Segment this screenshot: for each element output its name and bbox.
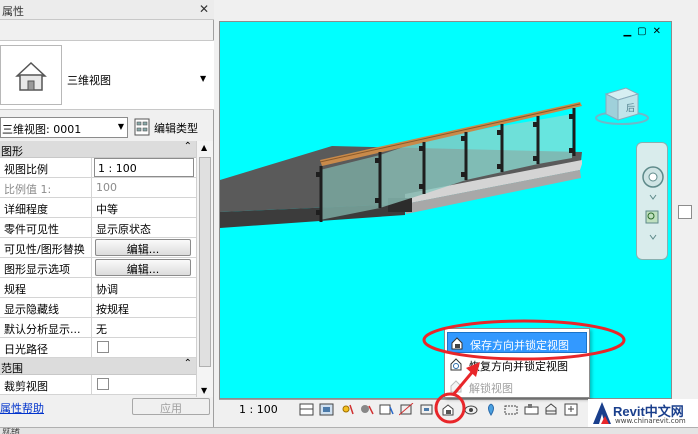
property-key: 视图比例 [0, 158, 92, 177]
group-label: 图形 [1, 145, 23, 158]
property-row[interactable]: 裁剪视图 [0, 375, 196, 395]
sun-path-checkbox[interactable] [97, 341, 109, 353]
property-key: 显示隐藏线 [0, 298, 92, 317]
instance-selector-value: 三维视图: 0001 [2, 123, 82, 136]
detail-level-icon[interactable] [299, 403, 314, 416]
scroll-down-icon[interactable]: ▼ [201, 386, 207, 395]
revit-cn-logo: Revit中文网 www.chinarevit.com [588, 399, 698, 427]
property-key: 规程 [0, 278, 92, 297]
property-row[interactable]: 详细程度 中等 [0, 198, 196, 218]
unlock-view-item: 解锁视图 [447, 376, 587, 397]
property-row: 比例值 1: 100 [0, 178, 196, 198]
restore-orientation-lock-view-item[interactable]: 恢复方向并锁定视图 [447, 354, 587, 375]
property-key: 裁剪视图 [0, 375, 92, 394]
lock-view-menu: 保存方向并锁定视图 恢复方向并锁定视图 解锁视图 [444, 328, 590, 398]
logo-mark-icon [593, 402, 611, 424]
view-scale-field[interactable]: 1 : 100 [94, 158, 194, 177]
group-header-graphics[interactable]: 图形 ⌃ [0, 141, 196, 158]
properties-panel: 属性 ✕ 三维视图 ▼ 三维视图: 0001 ▼ 编辑类型 图形 ⌃ 视图比例 … [0, 0, 214, 434]
viewcube-face-label: 后 [626, 103, 635, 114]
collapse-icon[interactable]: ⌃ [184, 141, 192, 152]
property-row[interactable]: 视图比例 1 : 100 [0, 158, 196, 178]
instance-selector-dropdown[interactable]: 三维视图: 0001 ▼ [0, 117, 128, 138]
visual-style-icon[interactable] [319, 403, 334, 416]
crop-view-checkbox[interactable] [97, 378, 109, 390]
sun-path-icon[interactable] [339, 403, 354, 416]
close-icon[interactable]: ✕ [199, 2, 209, 16]
property-key: 零件可见性 [0, 218, 92, 237]
property-key: 可见性/图形替换 [0, 238, 92, 257]
save-orientation-lock-view-item[interactable]: 保存方向并锁定视图 [447, 332, 587, 353]
chevron-down-icon: ▼ [117, 122, 124, 131]
property-row[interactable]: 零件可见性 显示原状态 [0, 218, 196, 238]
type-name: 三维视图 [67, 74, 111, 87]
navigation-bar[interactable] [636, 142, 668, 260]
chevron-down-icon[interactable]: ▼ [200, 74, 206, 83]
constraints-icon[interactable] [564, 403, 579, 416]
property-row[interactable]: 规程 协调 [0, 278, 196, 298]
property-row[interactable]: 可见性/图形替换 编辑... [0, 238, 196, 258]
view-scale-label[interactable]: 1 : 100 [239, 403, 278, 416]
group-label: 范围 [1, 362, 23, 375]
properties-help-link[interactable]: 属性帮助 [0, 400, 44, 416]
worksharing-icon[interactable] [524, 403, 539, 416]
graphic-display-edit-button[interactable]: 编辑... [95, 259, 191, 276]
unlock-icon [450, 380, 462, 393]
lock-view-icon [451, 337, 463, 350]
menu-item-label: 解锁视图 [469, 382, 513, 395]
view-control-bar: 1 : 100 [219, 399, 589, 419]
scrollbar-thumb[interactable] [199, 157, 211, 367]
properties-grid: 图形 ⌃ 视图比例 1 : 100 比例值 1: 100 详细程度 中等 零件可… [0, 141, 196, 395]
crop-view-icon[interactable] [399, 403, 414, 416]
property-row[interactable]: 日光路径 [0, 338, 196, 358]
viewport-right-scrollbar[interactable] [673, 21, 698, 399]
property-key: 详细程度 [0, 198, 92, 217]
shadows-icon[interactable] [359, 403, 374, 416]
menu-item-label: 恢复方向并锁定视图 [469, 360, 568, 373]
property-value[interactable]: 协调 [93, 278, 196, 297]
lock-3d-view-icon[interactable] [441, 403, 456, 416]
property-row[interactable]: 显示隐藏线 按规程 [0, 298, 196, 318]
group-header-extents[interactable]: 范围 ⌃ [0, 358, 196, 375]
edit-type-icon[interactable] [134, 118, 150, 136]
temporary-hide-icon[interactable] [464, 403, 479, 416]
viewcube[interactable]: 后 [592, 80, 652, 133]
property-value: 100 [96, 181, 117, 194]
reveal-hidden-icon[interactable] [484, 403, 499, 416]
property-key: 日光路径 [0, 338, 92, 357]
house-icon [0, 45, 62, 105]
status-text: 就绪 [2, 427, 21, 434]
logo-site: www.chinarevit.com [615, 417, 686, 425]
property-key: 比例值 1: [0, 178, 92, 197]
restore-lock-icon [450, 358, 462, 371]
type-selector[interactable]: 三维视图 ▼ [0, 40, 214, 110]
property-value[interactable]: 无 [93, 318, 196, 337]
render-icon[interactable] [379, 403, 394, 416]
properties-title-bar: 属性 ✕ [0, 0, 214, 20]
scrollbar-thumb[interactable] [678, 205, 692, 219]
apply-button[interactable]: 应用 [132, 398, 210, 415]
status-bar: 就绪 [0, 427, 698, 434]
properties-title: 属性 [2, 5, 24, 18]
temporary-properties-icon[interactable] [504, 403, 519, 416]
analytical-model-icon[interactable] [544, 403, 559, 416]
edit-type-button[interactable]: 编辑类型 [154, 120, 198, 136]
property-value[interactable]: 按规程 [93, 298, 196, 317]
property-row[interactable]: 默认分析显示... 无 [0, 318, 196, 338]
vg-overrides-edit-button[interactable]: 编辑... [95, 239, 191, 256]
properties-scrollbar[interactable]: ▲ ▼ [196, 141, 213, 397]
scroll-up-icon[interactable]: ▲ [201, 143, 207, 152]
property-value[interactable]: 中等 [93, 198, 196, 217]
menu-item-label: 保存方向并锁定视图 [470, 339, 569, 352]
property-key: 默认分析显示... [0, 318, 92, 337]
show-crop-region-icon[interactable] [419, 403, 434, 416]
property-value[interactable]: 显示原状态 [93, 218, 196, 237]
property-row[interactable]: 图形显示选项 编辑... [0, 258, 196, 278]
collapse-icon[interactable]: ⌃ [184, 358, 192, 369]
property-key: 图形显示选项 [0, 258, 92, 277]
